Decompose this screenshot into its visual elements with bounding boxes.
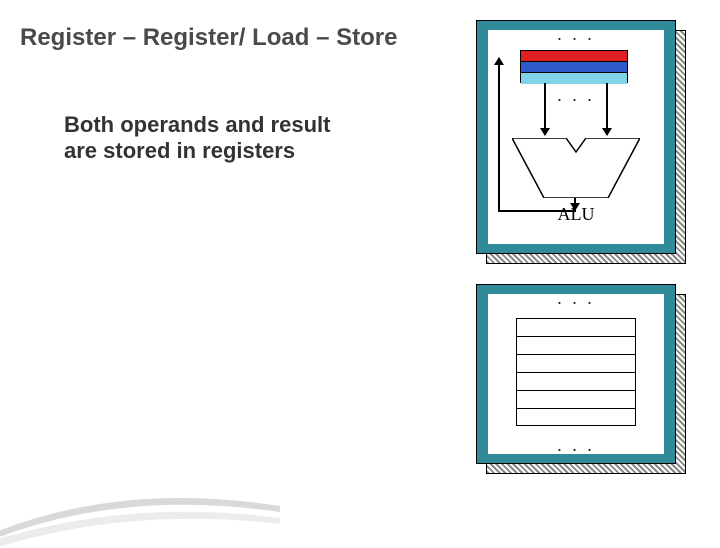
processor-inner: . . . . . .: [488, 30, 664, 244]
ellipsis-mem-top: . . .: [488, 288, 664, 309]
result-bus-vertical: [498, 58, 500, 210]
memory-cell: [517, 391, 635, 409]
memory-cell: [517, 409, 635, 427]
memory-cell: [517, 373, 635, 391]
memory-cell: [517, 355, 635, 373]
register-row: [521, 51, 627, 62]
register-file: [520, 50, 628, 83]
register-row: [521, 62, 627, 73]
operand-bus-right: [606, 83, 608, 135]
memory-cell: [517, 337, 635, 355]
memory-inner: . . . . . .: [488, 294, 664, 454]
slide-title: Register – Register/ Load – Store: [20, 24, 397, 52]
alu-shape-icon: [512, 138, 640, 198]
memory-cell: [517, 319, 635, 337]
diagram-column: . . . . . .: [476, 20, 686, 474]
subtitle-line-2: are stored in registers: [64, 138, 295, 163]
subtitle-line-1: Both operands and result: [64, 112, 330, 137]
slide-subtitle: Both operands and result are stored in r…: [64, 112, 404, 164]
ellipsis-mid: . . .: [488, 85, 664, 106]
ellipsis-top: . . .: [488, 24, 664, 45]
alu: ALU: [512, 138, 640, 198]
register-row: [521, 73, 627, 84]
alu-label: ALU: [512, 204, 640, 225]
memory-block: . . . . . .: [476, 284, 686, 474]
processor-block: . . . . . .: [476, 20, 686, 264]
operand-bus-left: [544, 83, 546, 135]
memory-cells: [516, 318, 636, 426]
ellipsis-mem-bot: . . .: [488, 435, 664, 456]
decorative-swoosh-icon: [0, 468, 280, 548]
